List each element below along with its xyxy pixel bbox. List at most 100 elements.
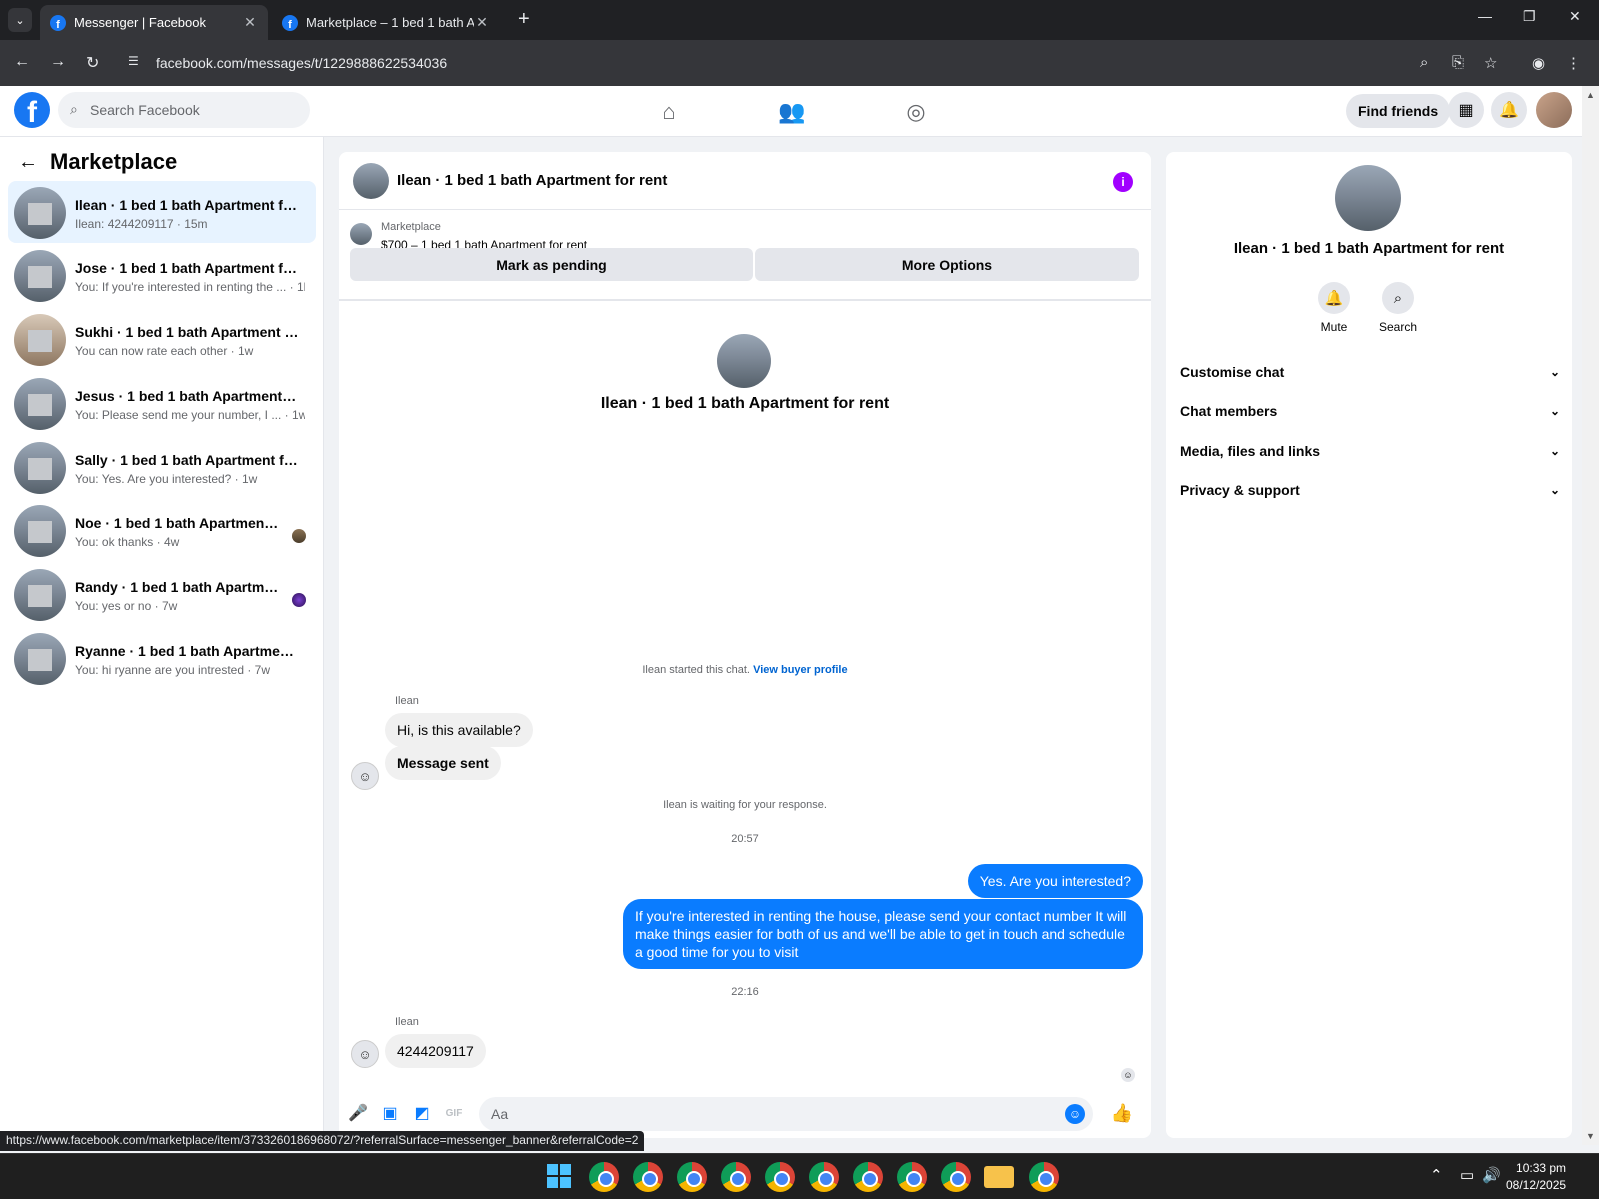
scroll-down-icon[interactable]: ▼: [1586, 1131, 1595, 1141]
browser-tabbar: ⌄ f Messenger | Facebook ✕ f Marketplace…: [0, 0, 1599, 40]
tab-search-dropdown[interactable]: ⌄: [8, 8, 32, 32]
page-scrollbar[interactable]: ▲ ▼: [1582, 86, 1599, 1145]
taskbar-clock[interactable]: 10:33 pm 08/12/2025: [1506, 1160, 1566, 1194]
minimize-icon[interactable]: —: [1478, 8, 1492, 24]
chrome-icon[interactable]: [809, 1162, 839, 1192]
conversation-item[interactable]: Noe · 1 bed 1 bath Apartment for rent Yo…: [8, 499, 316, 561]
sticker-icon[interactable]: ◩: [411, 1102, 433, 1124]
profile-icon[interactable]: ◉: [1532, 54, 1545, 72]
tab-marketplace[interactable]: f Marketplace – 1 bed 1 bath Apartment ✕: [272, 5, 500, 40]
message-bubble-outgoing[interactable]: Yes. Are you interested?: [967, 864, 1143, 898]
friends-icon[interactable]: 👥: [778, 98, 806, 126]
conversation-item[interactable]: Ryanne · 1 bed 1 bath Apartment for rent…: [8, 627, 316, 689]
chrome-icon[interactable]: [677, 1162, 707, 1192]
message-bubble[interactable]: Hi, is this available?: [385, 713, 533, 747]
back-arrow-icon[interactable]: ←: [14, 53, 30, 71]
home-icon[interactable]: ⌂: [655, 98, 683, 126]
back-arrow-icon[interactable]: ←: [18, 151, 38, 174]
url-text: facebook.com/messages/t/1229888622534036: [156, 55, 448, 71]
install-app-icon[interactable]: ⎘: [1452, 54, 1464, 71]
menu-grid-icon[interactable]: ▦: [1448, 92, 1484, 128]
thumbs-up-icon[interactable]: 👍: [1111, 1102, 1133, 1124]
file-explorer-icon[interactable]: [984, 1166, 1014, 1188]
tab-title: Marketplace – 1 bed 1 bath Apartment: [306, 15, 474, 30]
section-media-files-links[interactable]: Media, files and links ⌄: [1180, 433, 1560, 469]
message-input[interactable]: Aa ☺: [479, 1097, 1093, 1131]
conversation-item[interactable]: Jose · 1 bed 1 bath Apartment for rent Y…: [8, 244, 316, 306]
mark-as-pending-button[interactable]: Mark as pending: [350, 248, 753, 281]
conversation-name: Sukhi · 1 bed 1 bath Apartment for rent: [75, 324, 300, 340]
emoji-icon[interactable]: ☺: [1065, 1104, 1085, 1124]
chrome-icon[interactable]: [721, 1162, 751, 1192]
read-receipt-avatar: ☺: [1121, 1068, 1135, 1082]
tray-chevron-up-icon[interactable]: ⌃: [1430, 1166, 1443, 1184]
account-avatar[interactable]: [1536, 92, 1572, 128]
close-tab-icon[interactable]: ✕: [474, 14, 490, 31]
more-options-button[interactable]: More Options: [755, 248, 1139, 281]
zoom-icon[interactable]: ⌕: [1420, 54, 1428, 71]
menu-dots-icon[interactable]: ⋮: [1566, 54, 1581, 72]
search-button[interactable]: ⌕ Search: [1363, 282, 1433, 334]
microphone-icon[interactable]: 🎤: [347, 1102, 369, 1124]
gif-icon[interactable]: GIF: [443, 1102, 465, 1124]
view-buyer-profile-link[interactable]: View buyer profile: [753, 664, 848, 676]
find-friends-button[interactable]: Find friends: [1346, 94, 1451, 128]
marketplace-sidebar: ← Marketplace Ilean · 1 bed 1 bath Apart…: [0, 137, 324, 1145]
message-composer: 🎤 ▣ ◩ GIF Aa ☺ 👍: [339, 1092, 1151, 1136]
facebook-search[interactable]: ⌕ Search Facebook: [58, 92, 310, 128]
facebook-favicon-icon: f: [50, 14, 66, 31]
volume-icon[interactable]: 🔊: [1482, 1166, 1501, 1184]
close-window-icon[interactable]: ✕: [1569, 8, 1581, 25]
sender-name: Ilean: [395, 695, 419, 707]
chrome-icon[interactable]: [853, 1162, 883, 1192]
chrome-icon[interactable]: [633, 1162, 663, 1192]
conversation-item[interactable]: Ilean · 1 bed 1 bath Apartment for rent …: [8, 181, 316, 243]
facebook-logo-icon[interactable]: f: [14, 92, 50, 128]
conversation-item[interactable]: Sukhi · 1 bed 1 bath Apartment for rent …: [8, 308, 316, 370]
address-bar[interactable]: ☰ facebook.com/messages/t/12298886225340…: [120, 46, 1581, 80]
close-tab-icon[interactable]: ✕: [242, 14, 258, 31]
sender-avatar: ☺: [351, 762, 379, 790]
scroll-up-icon[interactable]: ▲: [1586, 90, 1595, 100]
chat-title[interactable]: Ilean · 1 bed 1 bath Apartment for rent: [397, 172, 667, 189]
conversation-preview: You: Yes. Are you interested? · 1w: [75, 472, 258, 486]
conversation-preview: You can now rate each other · 1w: [75, 344, 254, 358]
mute-button[interactable]: 🔔 Mute: [1299, 282, 1369, 334]
windows-start-icon[interactable]: [547, 1164, 571, 1188]
clock-date: 08/12/2025: [1506, 1178, 1567, 1192]
search-icon: ⌕: [70, 101, 78, 117]
network-icon[interactable]: ▭: [1460, 1166, 1474, 1184]
message-bubble[interactable]: 4244209117: [385, 1034, 486, 1068]
chrome-icon[interactable]: [765, 1162, 795, 1192]
conversation-preview: You: yes or no · 7w: [75, 599, 178, 613]
reload-icon[interactable]: ↻: [86, 53, 99, 73]
new-tab-icon[interactable]: +: [518, 8, 530, 31]
section-privacy-support[interactable]: Privacy & support ⌄: [1180, 472, 1560, 508]
section-chat-members[interactable]: Chat members ⌄: [1180, 393, 1560, 429]
tab-messenger[interactable]: f Messenger | Facebook ✕: [40, 5, 268, 40]
conversation-item[interactable]: Jesus · 1 bed 1 bath Apartment for rent …: [8, 372, 316, 434]
chrome-icon[interactable]: [589, 1162, 619, 1192]
info-icon[interactable]: i: [1113, 172, 1133, 192]
chat-avatar[interactable]: [353, 163, 389, 199]
message-bubble-outgoing[interactable]: If you're interested in renting the hous…: [623, 899, 1143, 969]
conversation-item[interactable]: Randy · 1 bed 1 bath Apartment for rent …: [8, 563, 316, 625]
bookmark-star-icon[interactable]: ☆: [1484, 54, 1497, 72]
sidebar-title: Marketplace: [50, 149, 178, 174]
chrome-icon[interactable]: [1029, 1162, 1059, 1192]
site-info-icon[interactable]: ☰: [128, 54, 144, 70]
conversation-thumbnail: [14, 442, 66, 494]
photo-icon[interactable]: ▣: [379, 1102, 401, 1124]
restore-icon[interactable]: ❐: [1523, 8, 1536, 25]
message-bubble[interactable]: Message sent: [385, 746, 501, 780]
chrome-icon[interactable]: [941, 1162, 971, 1192]
section-customise-chat[interactable]: Customise chat ⌄: [1180, 354, 1560, 390]
conversation-item[interactable]: Sally · 1 bed 1 bath Apartment for rent …: [8, 436, 316, 498]
groups-icon[interactable]: ◎: [902, 98, 930, 126]
forward-arrow-icon[interactable]: →: [50, 53, 66, 71]
notifications-bell-icon[interactable]: 🔔: [1491, 92, 1527, 128]
chrome-icon[interactable]: [897, 1162, 927, 1192]
chat-header: Ilean · 1 bed 1 bath Apartment for rent …: [339, 152, 1151, 210]
listing-thumbnail[interactable]: [350, 223, 372, 245]
conversation-name: Sally · 1 bed 1 bath Apartment for rent: [75, 452, 300, 468]
